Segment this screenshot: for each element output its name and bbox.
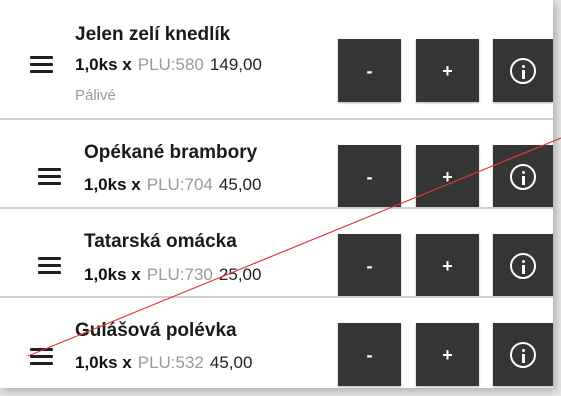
- item-name: Gulášová polévka: [75, 320, 237, 341]
- item-info-button[interactable]: [493, 145, 553, 208]
- item-name: Tatarská omácka: [84, 231, 237, 252]
- item-note: Pálivé: [75, 87, 116, 104]
- item-details: 1,0ks x PLU:532 45,00: [75, 353, 252, 373]
- info-icon: [510, 341, 536, 368]
- order-items-panel: Jelen zelí knedlík 1,0ks x PLU:580 149,00 …: [0, 0, 553, 388]
- item-info-button[interactable]: [493, 323, 553, 386]
- item-price: 149,00: [209, 55, 262, 74]
- item-plu: PLU:730: [146, 265, 213, 284]
- info-icon: [510, 57, 536, 84]
- item-name: Opékané brambory: [84, 142, 258, 163]
- item-quantity: 1,0ks x: [75, 55, 132, 74]
- increase-quantity-button[interactable]: +: [416, 39, 479, 102]
- item-plu: PLU:580: [137, 55, 204, 74]
- item-details: 1,0ks x PLU:580 149,00: [75, 55, 262, 75]
- item-quantity: 1,0ks x: [75, 353, 132, 372]
- item-plu: PLU:532: [137, 353, 204, 372]
- item-price: 45,00: [209, 353, 253, 372]
- decrease-quantity-button[interactable]: -: [338, 323, 401, 386]
- order-item-row[interactable]: Jelen zelí knedlík 1,0ks x PLU:580 149,00 …: [0, 0, 553, 118]
- item-details: 1,0ks x PLU:704 45,00: [84, 175, 261, 195]
- order-item-row[interactable]: Opékané brambory 1,0ks x PLU:704 45,00 - +: [0, 120, 553, 208]
- decrease-quantity-button[interactable]: -: [338, 145, 401, 208]
- decrease-quantity-button[interactable]: -: [338, 234, 401, 297]
- item-price: 25,00: [218, 265, 262, 284]
- order-item-row[interactable]: Tatarská omácka 1,0ks x PLU:730 25,00 - +: [0, 209, 553, 297]
- item-name: Jelen zelí knedlík: [75, 24, 231, 45]
- order-item-row[interactable]: Gulášová polévka 1,0ks x PLU:532 45,00 - +: [0, 298, 553, 388]
- item-info-button[interactable]: [493, 39, 553, 102]
- item-quantity: 1,0ks x: [84, 265, 141, 284]
- decrease-quantity-button[interactable]: -: [338, 39, 401, 102]
- item-price: 45,00: [218, 175, 262, 194]
- drag-handle-icon[interactable]: [38, 168, 61, 186]
- item-info-button[interactable]: [493, 234, 553, 297]
- drag-handle-icon[interactable]: [30, 348, 53, 366]
- info-icon: [510, 252, 536, 279]
- increase-quantity-button[interactable]: +: [416, 323, 479, 386]
- increase-quantity-button[interactable]: +: [416, 234, 479, 297]
- drag-handle-icon[interactable]: [38, 257, 61, 275]
- increase-quantity-button[interactable]: +: [416, 145, 479, 208]
- info-icon: [510, 163, 536, 190]
- item-details: 1,0ks x PLU:730 25,00: [84, 265, 261, 285]
- item-plu: PLU:704: [146, 175, 213, 194]
- item-quantity: 1,0ks x: [84, 175, 141, 194]
- drag-handle-icon[interactable]: [30, 56, 53, 74]
